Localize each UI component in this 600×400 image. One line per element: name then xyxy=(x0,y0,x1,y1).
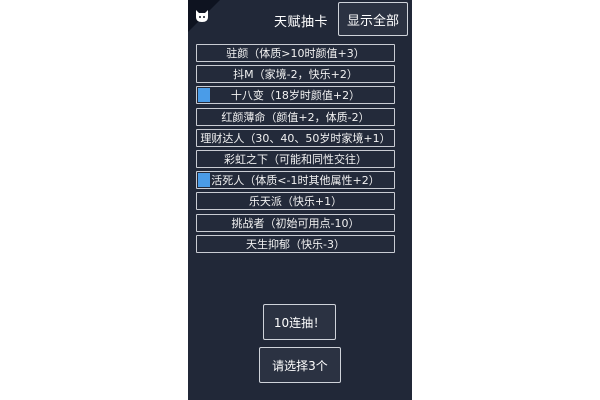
talent-label: 彩虹之下（可能和同性交往） xyxy=(224,152,367,166)
talent-card[interactable]: 十八变（18岁时颜值+2） xyxy=(196,86,395,105)
talent-label: 理财达人（30、40、50岁时家境+1） xyxy=(200,131,391,145)
choose-three-button[interactable]: 请选择3个 xyxy=(259,347,341,383)
talent-list: 驻颜（体质>10时颜值+3） 抖M（家境-2，快乐+2） 十八变（18岁时颜值+… xyxy=(196,44,395,256)
talent-card[interactable]: 活死人（体质<-1时其他属性+2） xyxy=(196,171,395,190)
cat-icon[interactable] xyxy=(193,6,211,24)
talent-card[interactable]: 天生抑郁（快乐-3） xyxy=(196,234,395,253)
talent-card[interactable]: 红颜薄命（颜值+2，体质-2） xyxy=(196,107,395,126)
talent-label: 乐天派（快乐+1） xyxy=(248,195,343,209)
talent-card[interactable]: 彩虹之下（可能和同性交往） xyxy=(196,149,395,168)
ten-draw-button[interactable]: 10连抽！ xyxy=(263,304,336,340)
talent-label: 红颜薄命（颜值+2，体质-2） xyxy=(221,110,370,124)
talent-card[interactable]: 驻颜（体质>10时颜值+3） xyxy=(196,44,395,62)
page-title: 天赋抽卡 xyxy=(274,15,329,30)
talent-card[interactable]: 挑战者（初始可用点-10） xyxy=(196,213,395,232)
talent-label: 十八变（18岁时颜值+2） xyxy=(230,89,361,103)
talent-label: 抖M（家境-2，快乐+2） xyxy=(233,68,358,82)
talent-card[interactable]: 乐天派（快乐+1） xyxy=(196,192,395,211)
game-screen: 天赋抽卡 显示全部 驻颜（体质>10时颜值+3） 抖M（家境-2，快乐+2） 十… xyxy=(188,0,412,400)
talent-card[interactable]: 理财达人（30、40、50岁时家境+1） xyxy=(196,128,395,147)
talent-label: 驻颜（体质>10时颜值+3） xyxy=(226,47,365,60)
talent-label: 活死人（体质<-1时其他属性+2） xyxy=(211,174,380,188)
talent-label: 挑战者（初始可用点-10） xyxy=(231,216,360,230)
talent-card[interactable]: 抖M（家境-2，快乐+2） xyxy=(196,65,395,84)
talent-label: 天生抑郁（快乐-3） xyxy=(246,237,345,251)
show-all-button[interactable]: 显示全部 xyxy=(338,2,408,36)
